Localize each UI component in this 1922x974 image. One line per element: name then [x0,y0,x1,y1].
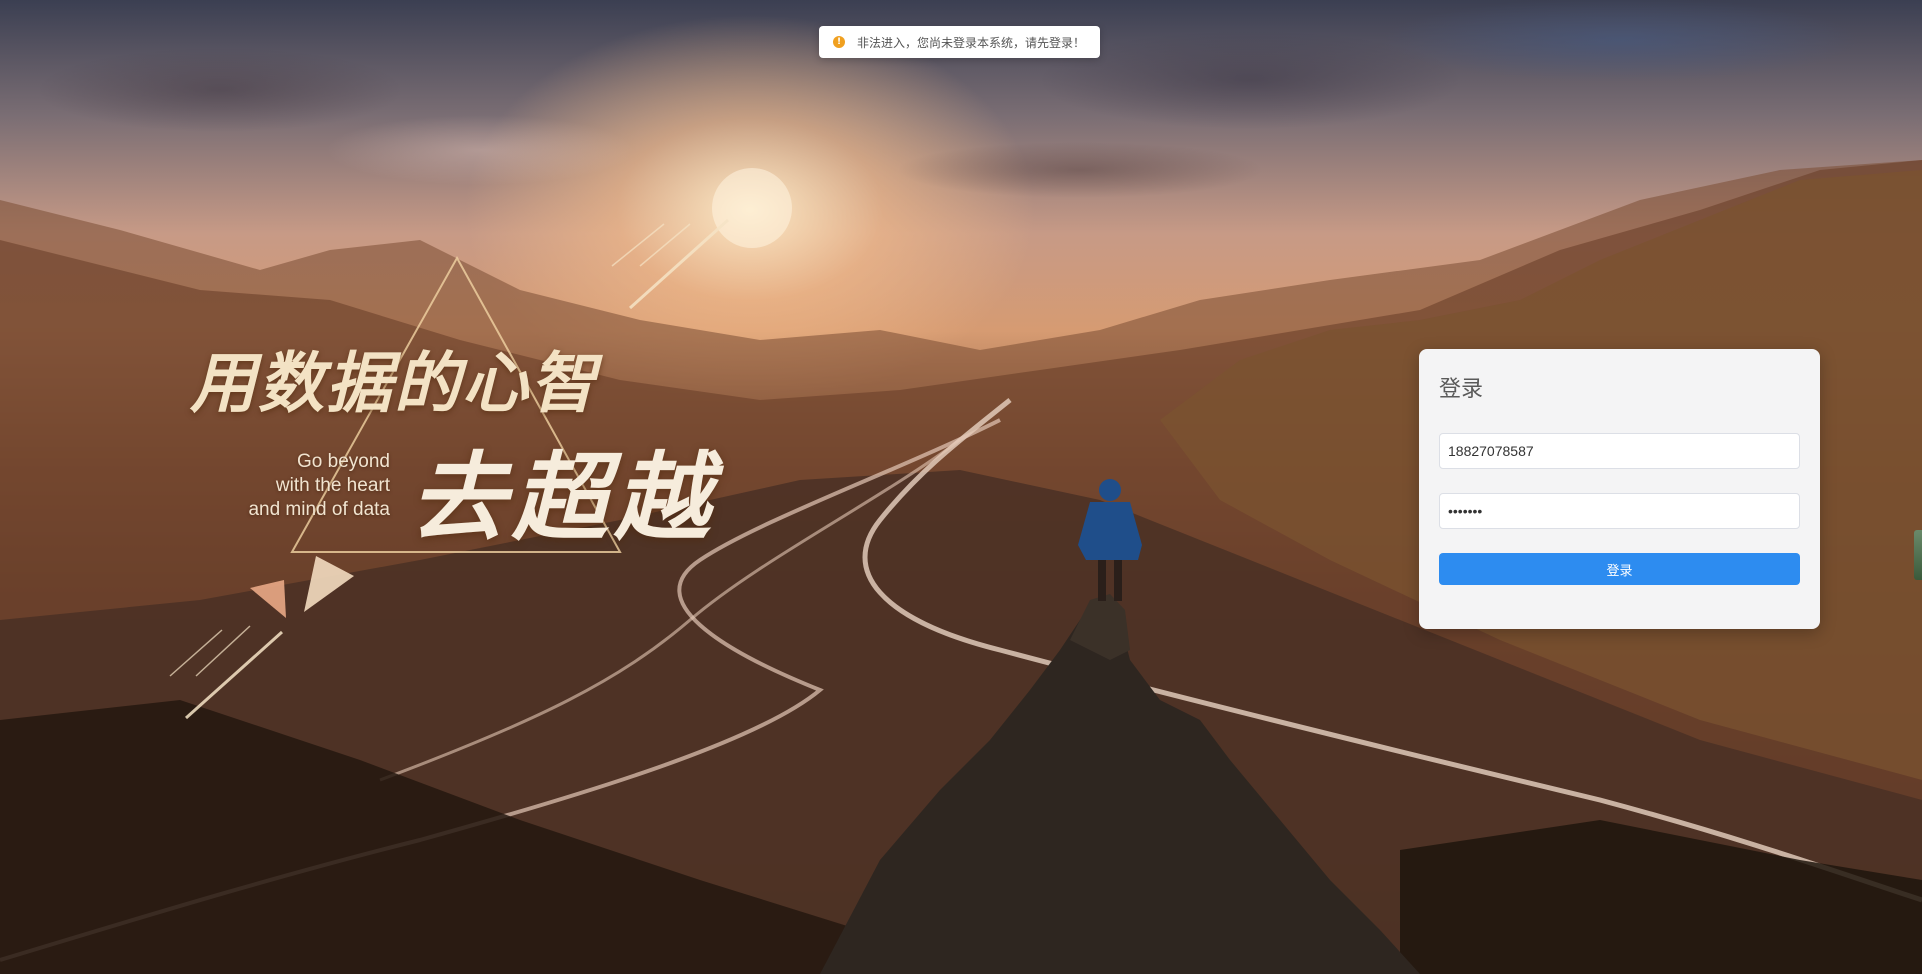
slogan-english: Go beyond with the heart and mind of dat… [190,450,390,522]
slogan-chinese-line2: 去超越 [410,441,716,554]
username-input[interactable] [1439,433,1800,469]
warning-icon: ! [833,36,845,48]
warning-message: 非法进入，您尚未登录本系统，请先登录！ [857,35,1086,50]
login-title: 登录 [1439,377,1484,402]
login-button[interactable]: 登录 [1439,553,1800,585]
login-card: 登录 登录 [1419,349,1820,629]
slogan-english-line1: Go beyond [297,451,390,472]
password-input[interactable] [1439,493,1800,529]
slogan-block: 用数据的心智 去超越 Go beyond with the heart and … [180,230,820,570]
slogan-english-line3: and mind of data [248,499,390,520]
slogan-chinese-line1: 用数据的心智 [190,344,598,422]
login-page-background: 用数据的心智 去超越 Go beyond with the heart and … [0,0,1922,974]
slogan-english-line2: with the heart [275,475,390,496]
warning-notification: ! 非法进入，您尚未登录本系统，请先登录！ [819,26,1100,58]
side-drawer-handle[interactable] [1914,530,1922,580]
